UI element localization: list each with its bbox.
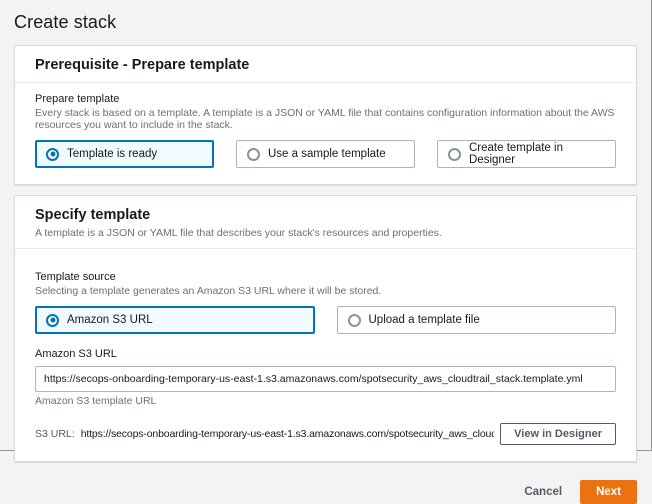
prerequisite-card-body: Prepare template Every stack is based on…: [15, 83, 636, 184]
template-source-description: Selecting a template generates an Amazon…: [35, 285, 616, 297]
page-title: Create stack: [14, 12, 637, 33]
specify-template-card-header: Specify template A template is a JSON or…: [15, 196, 636, 249]
s3-url-summary-row: S3 URL: https://secops-onboarding-tempor…: [35, 423, 616, 445]
radio-selected-icon[interactable]: [46, 314, 59, 327]
prerequisite-card-header: Prerequisite - Prepare template: [15, 46, 636, 83]
next-button[interactable]: Next: [580, 480, 637, 504]
specify-template-card: Specify template A template is a JSON or…: [14, 195, 637, 462]
create-stack-page: Create stack Prerequisite - Prepare temp…: [0, 0, 652, 451]
s3-url-row-label: S3 URL:: [35, 428, 75, 440]
radio-tile-use-sample-template[interactable]: Use a sample template: [236, 140, 415, 168]
prepare-template-options: Template is ready Use a sample template …: [35, 140, 616, 168]
template-source-label: Template source: [35, 271, 616, 283]
cancel-button[interactable]: Cancel: [524, 486, 562, 498]
radio-tile-amazon-s3-url[interactable]: Amazon S3 URL: [35, 306, 315, 334]
radio-tile-label: Upload a template file: [369, 314, 480, 326]
view-in-designer-button[interactable]: View in Designer: [500, 423, 616, 445]
radio-tile-label: Create template in Designer: [469, 142, 605, 166]
radio-tile-label: Use a sample template: [268, 148, 386, 160]
prerequisite-card-title: Prerequisite - Prepare template: [35, 57, 616, 73]
specify-template-card-description: A template is a JSON or YAML file that d…: [35, 227, 616, 239]
radio-unselected-icon[interactable]: [348, 314, 361, 327]
s3-url-value: https://secops-onboarding-temporary-us-e…: [81, 428, 494, 440]
prepare-template-label: Prepare template: [35, 93, 616, 105]
prerequisite-card: Prerequisite - Prepare template Prepare …: [14, 45, 637, 185]
amazon-s3-url-input[interactable]: [35, 366, 616, 392]
radio-tile-create-template-in-designer[interactable]: Create template in Designer: [437, 140, 616, 168]
radio-tile-template-is-ready[interactable]: Template is ready: [35, 140, 214, 168]
radio-tile-label: Amazon S3 URL: [67, 314, 153, 326]
radio-selected-icon[interactable]: [46, 148, 59, 161]
amazon-s3-url-hint: Amazon S3 template URL: [35, 395, 616, 407]
footer-actions: Cancel Next: [14, 472, 637, 504]
radio-unselected-icon[interactable]: [247, 148, 260, 161]
specify-template-card-body: Template source Selecting a template gen…: [15, 249, 636, 461]
radio-tile-upload-template-file[interactable]: Upload a template file: [337, 306, 617, 334]
template-source-options: Amazon S3 URL Upload a template file: [35, 306, 616, 334]
amazon-s3-url-label: Amazon S3 URL: [35, 348, 616, 360]
specify-template-card-title: Specify template: [35, 207, 616, 223]
radio-tile-label: Template is ready: [67, 148, 157, 160]
radio-unselected-icon[interactable]: [448, 148, 461, 161]
prepare-template-description: Every stack is based on a template. A te…: [35, 107, 616, 131]
